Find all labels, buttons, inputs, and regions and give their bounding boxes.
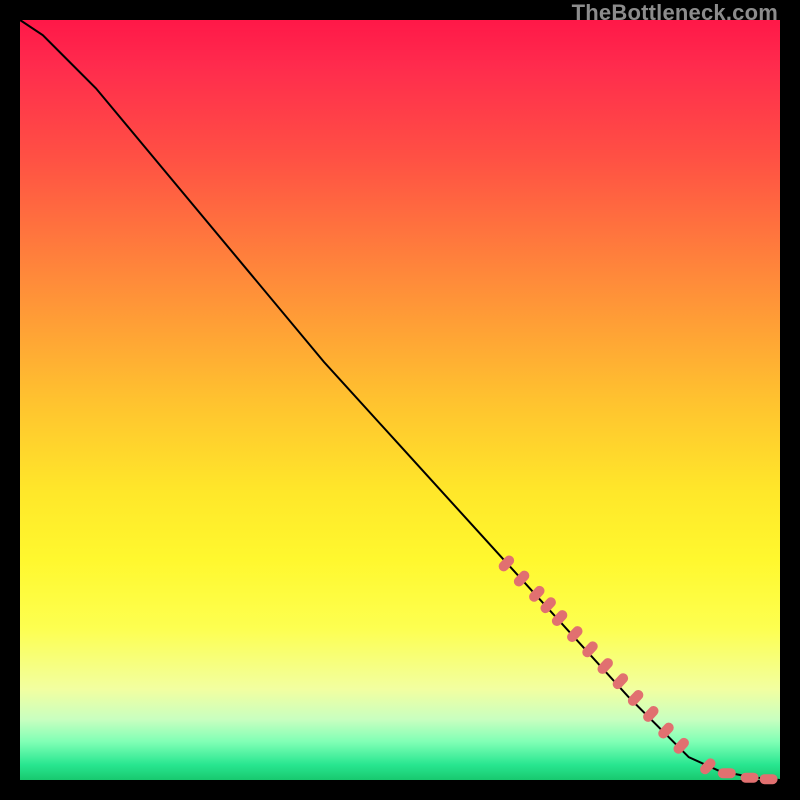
chart-overlay (20, 20, 780, 780)
curve-marker (565, 624, 585, 644)
curve-marker (760, 774, 778, 784)
curve-marker (656, 721, 676, 741)
curve-marker (641, 704, 661, 724)
curve-marker (718, 768, 736, 778)
bottleneck-curve (20, 20, 780, 780)
curve-marker (538, 595, 558, 615)
curve-marker (698, 756, 718, 776)
curve-marker (671, 736, 691, 756)
gradient-plot-area (20, 20, 780, 780)
curve-marker (527, 584, 547, 604)
curve-marker (580, 639, 600, 659)
marker-group (497, 553, 778, 784)
curve-marker (741, 773, 759, 783)
curve-marker (595, 656, 615, 676)
watermark-text: TheBottleneck.com (572, 0, 778, 26)
curve-marker (550, 608, 570, 628)
